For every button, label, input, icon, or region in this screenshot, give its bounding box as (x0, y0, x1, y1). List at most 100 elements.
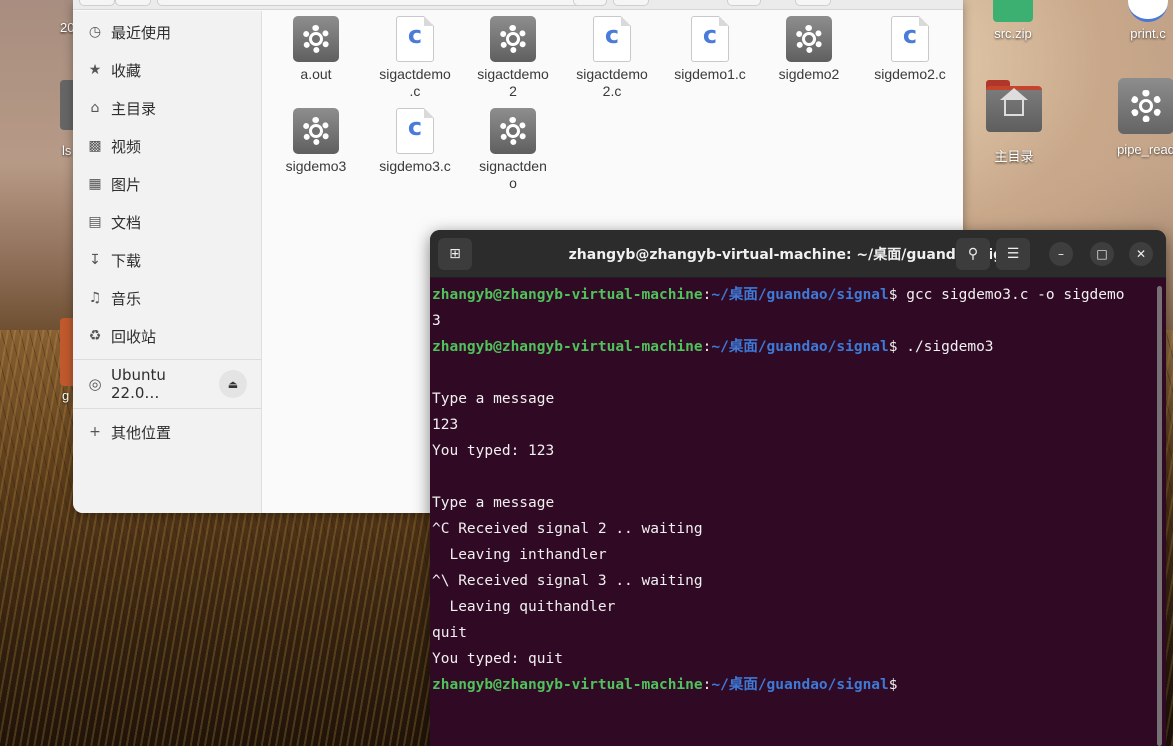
menu-button[interactable] (795, 0, 831, 6)
file-item-sigactdemo2-c[interactable]: c sigactdemo 2.c (564, 16, 660, 100)
prompt-user: zhangyb@zhangyb-virtual-machine (432, 339, 703, 355)
film-icon: ▩ (88, 138, 102, 154)
prompt-command: $ ./sigdemo3 (888, 339, 994, 355)
file-item-signactdemo[interactable]: signactden o (465, 108, 561, 192)
desktop-partial-icon-g[interactable] (60, 318, 74, 386)
forward-button[interactable] (115, 0, 151, 6)
zip-file-icon (993, 0, 1033, 22)
file-name-line1: sigactdemo (576, 66, 648, 82)
sidebar-item-music[interactable]: ♫ 音乐 (73, 279, 261, 317)
file-item-sigactdemo-c[interactable]: c sigactdemo .c (367, 16, 463, 100)
desktop-icon-src-zip[interactable]: src.zip (975, 0, 1051, 41)
sidebar-item-label: Ubuntu 22.0… (110, 366, 166, 402)
prompt-path: ~/桌面/guandao/signal (711, 287, 889, 303)
file-name-line2: 2 (509, 83, 517, 99)
terminal-prompt-line: zhangyb@zhangyb-virtual-machine:~/桌面/gua… (432, 282, 1154, 308)
file-item-sigdemo3[interactable]: sigdemo3 (268, 108, 364, 175)
search-button[interactable]: ⚲ (956, 238, 990, 270)
desktop-icon-print-c[interactable]: print.c (1110, 0, 1173, 41)
file-name: sigdemo3 (285, 158, 347, 174)
sidebar-item-other-locations[interactable]: + 其他位置 (73, 413, 261, 451)
file-name-line1: sigactdemo (477, 66, 549, 82)
minimize-icon: – (1058, 247, 1064, 261)
desktop-partial-icon-ls[interactable] (60, 80, 74, 130)
terminal-output-line: Type a message (432, 490, 1154, 516)
output-text: 3 (432, 313, 441, 329)
sidebar-item-label: 视频 (111, 137, 142, 156)
file-manager-sidebar: ◷ 最近使用 ★ 收藏 ⌂ 主目录 ▩ 视频 ▦ 图片 ▤ 文档 ↧ 下载 ♫ (73, 11, 262, 513)
sidebar-item-recent[interactable]: ◷ 最近使用 (73, 13, 261, 51)
sidebar-item-label: 音乐 (111, 289, 142, 308)
c-file-icon (1128, 0, 1168, 22)
close-button[interactable]: ✕ (1129, 242, 1153, 266)
c-source-file-icon: c (691, 16, 729, 62)
close-icon: ✕ (1135, 247, 1147, 261)
file-item-sigdemo2[interactable]: sigdemo2 (761, 16, 857, 83)
executable-gear-icon (490, 108, 536, 154)
output-text: ^C Received signal 2 .. waiting (432, 521, 703, 537)
sidebar-item-documents[interactable]: ▤ 文档 (73, 203, 261, 241)
file-item-sigactdemo2[interactable]: sigactdemo 2 (465, 16, 561, 100)
view-options-button[interactable] (727, 0, 761, 6)
maximize-icon: □ (1096, 247, 1108, 261)
file-manager-headerbar (73, 0, 963, 10)
terminal-output[interactable]: zhangyb@zhangyb-virtual-machine:~/桌面/gua… (432, 282, 1154, 698)
sidebar-divider (73, 359, 261, 360)
prompt-path: ~/桌面/guandao/signal (711, 677, 889, 693)
terminal-prompt-line: zhangyb@zhangyb-virtual-machine:~/桌面/gua… (432, 672, 1154, 698)
minimize-button[interactable]: – (1049, 242, 1073, 266)
sidebar-item-home[interactable]: ⌂ 主目录 (73, 89, 261, 127)
output-text: Type a message (432, 391, 555, 407)
terminal-headerbar: ⊞ zhangyb@zhangyb-virtual-machine: ~/桌面/… (430, 230, 1166, 278)
eject-icon[interactable]: ⏏ (219, 370, 247, 398)
output-text: You typed: quit (432, 651, 563, 667)
terminal-output-line: ^\ Received signal 3 .. waiting (432, 568, 1154, 594)
terminal-scrollbar[interactable] (1157, 286, 1162, 746)
plus-icon: + (89, 424, 101, 440)
terminal-output-line: 3 (432, 308, 1154, 334)
sidebar-item-label: 收藏 (111, 61, 142, 80)
sidebar-item-starred[interactable]: ★ 收藏 (73, 51, 261, 89)
executable-gear-icon (293, 16, 339, 62)
sidebar-item-label: 其他位置 (111, 423, 172, 442)
terminal-window: ⊞ zhangyb@zhangyb-virtual-machine: ~/桌面/… (430, 230, 1166, 746)
file-item-sigdemo3-c[interactable]: c sigdemo3.c (367, 108, 463, 175)
image-icon: ▦ (88, 176, 102, 192)
view-toggle-button[interactable] (613, 0, 649, 6)
desktop-icon-home[interactable]: 主目录 (974, 80, 1054, 165)
prompt-command: $ (888, 677, 898, 693)
back-button[interactable] (79, 0, 115, 6)
c-source-file-icon: c (396, 108, 434, 154)
output-text: Leaving quithandler (432, 599, 616, 615)
sidebar-item-pictures[interactable]: ▦ 图片 (73, 165, 261, 203)
menu-button[interactable]: ☰ (996, 238, 1030, 270)
executable-gear-icon (1118, 78, 1173, 134)
executable-gear-icon (786, 16, 832, 62)
sidebar-item-videos[interactable]: ▩ 视频 (73, 127, 261, 165)
sidebar-item-trash[interactable]: ♻ 回收站 (73, 317, 261, 355)
terminal-output-line: Leaving inthandler (432, 542, 1154, 568)
file-item-sigdemo1-c[interactable]: c sigdemo1.c (662, 16, 758, 83)
sidebar-item-downloads[interactable]: ↧ 下载 (73, 241, 261, 279)
sidebar-item-ubuntu-drive[interactable]: ◎ Ubuntu 22.0… ⏏ (73, 364, 261, 404)
path-bar[interactable] (157, 0, 607, 6)
maximize-button[interactable]: □ (1090, 242, 1114, 266)
prompt-user: zhangyb@zhangyb-virtual-machine (432, 677, 703, 693)
desktop-icon-label: print.c (1130, 26, 1166, 41)
terminal-output-line: Type a message (432, 386, 1154, 412)
executable-gear-icon (490, 16, 536, 62)
terminal-output-line: quit (432, 620, 1154, 646)
file-item-a-out[interactable]: a.out (268, 16, 364, 83)
c-source-file-icon: c (593, 16, 631, 62)
desktop-icon-pipe-read[interactable]: pipe_read (1106, 78, 1173, 157)
sidebar-item-label: 主目录 (111, 99, 157, 118)
prompt-command: $ gcc sigdemo3.c -o sigdemo (888, 287, 1125, 303)
path-next-button[interactable] (573, 0, 607, 6)
file-name: sigdemo3.c (379, 158, 451, 174)
download-icon: ↧ (89, 252, 101, 268)
file-name-line1: signactden (479, 158, 547, 174)
file-name-line2: 2.c (602, 83, 622, 99)
file-name: sigdemo2 (778, 66, 840, 82)
file-item-sigdemo2-c[interactable]: c sigdemo2.c (862, 16, 958, 83)
